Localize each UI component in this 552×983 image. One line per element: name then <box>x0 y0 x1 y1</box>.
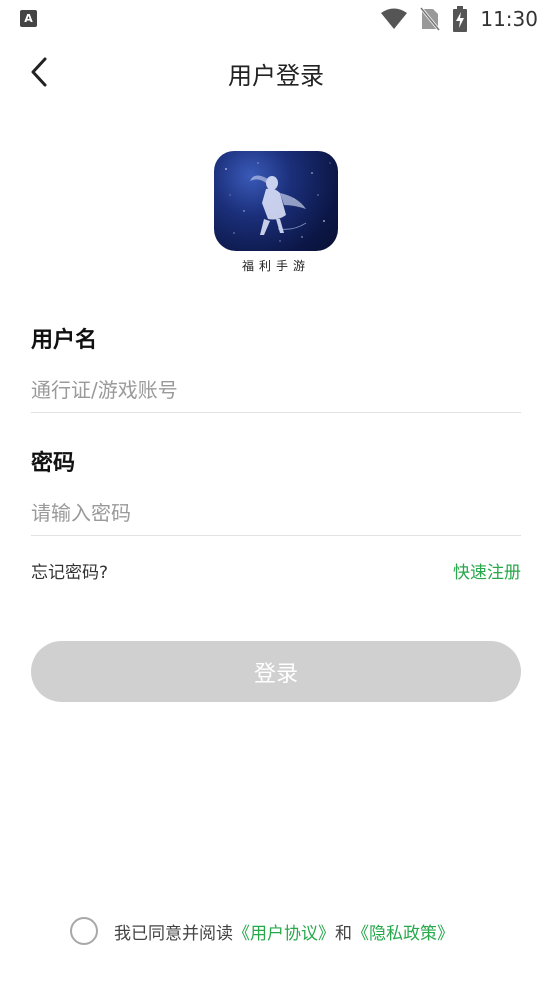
password-input[interactable] <box>31 490 521 536</box>
login-button[interactable]: 登录 <box>31 641 521 702</box>
logo-caption: 福利手游 <box>241 259 310 273</box>
user-agreement-link[interactable]: 《用户协议》 <box>233 919 335 944</box>
clock: 11:30 <box>480 7 538 31</box>
quick-register-link[interactable]: 快速注册 <box>453 558 521 583</box>
agreement-row: 我已同意并阅读 《用户协议》 和 《隐私政策》 <box>70 916 454 946</box>
wifi-icon <box>381 8 408 29</box>
privacy-policy-link[interactable]: 《隐私政策》 <box>352 919 454 944</box>
username-input[interactable] <box>31 367 521 413</box>
status-bar: A 11:30 <box>0 0 552 38</box>
page-title: 用户登录 <box>228 62 324 90</box>
logo-artwork <box>225 162 331 242</box>
agreement-conjunction: 和 <box>335 923 352 944</box>
agreement-checkbox[interactable] <box>70 917 98 945</box>
battery-charging-icon <box>453 6 468 32</box>
username-label: 用户名 <box>31 328 98 353</box>
app-logo: 福利手游 <box>214 151 338 277</box>
no-sim-icon <box>420 7 441 31</box>
logo-image <box>214 151 338 251</box>
app-notification-icon: A <box>20 10 37 27</box>
forgot-password-link[interactable]: 忘记密码? <box>31 558 108 583</box>
password-label: 密码 <box>31 451 76 476</box>
status-icons: 11:30 <box>380 6 538 32</box>
agreement-prefix: 我已同意并阅读 <box>114 923 233 944</box>
header: 用户登录 <box>0 38 552 108</box>
